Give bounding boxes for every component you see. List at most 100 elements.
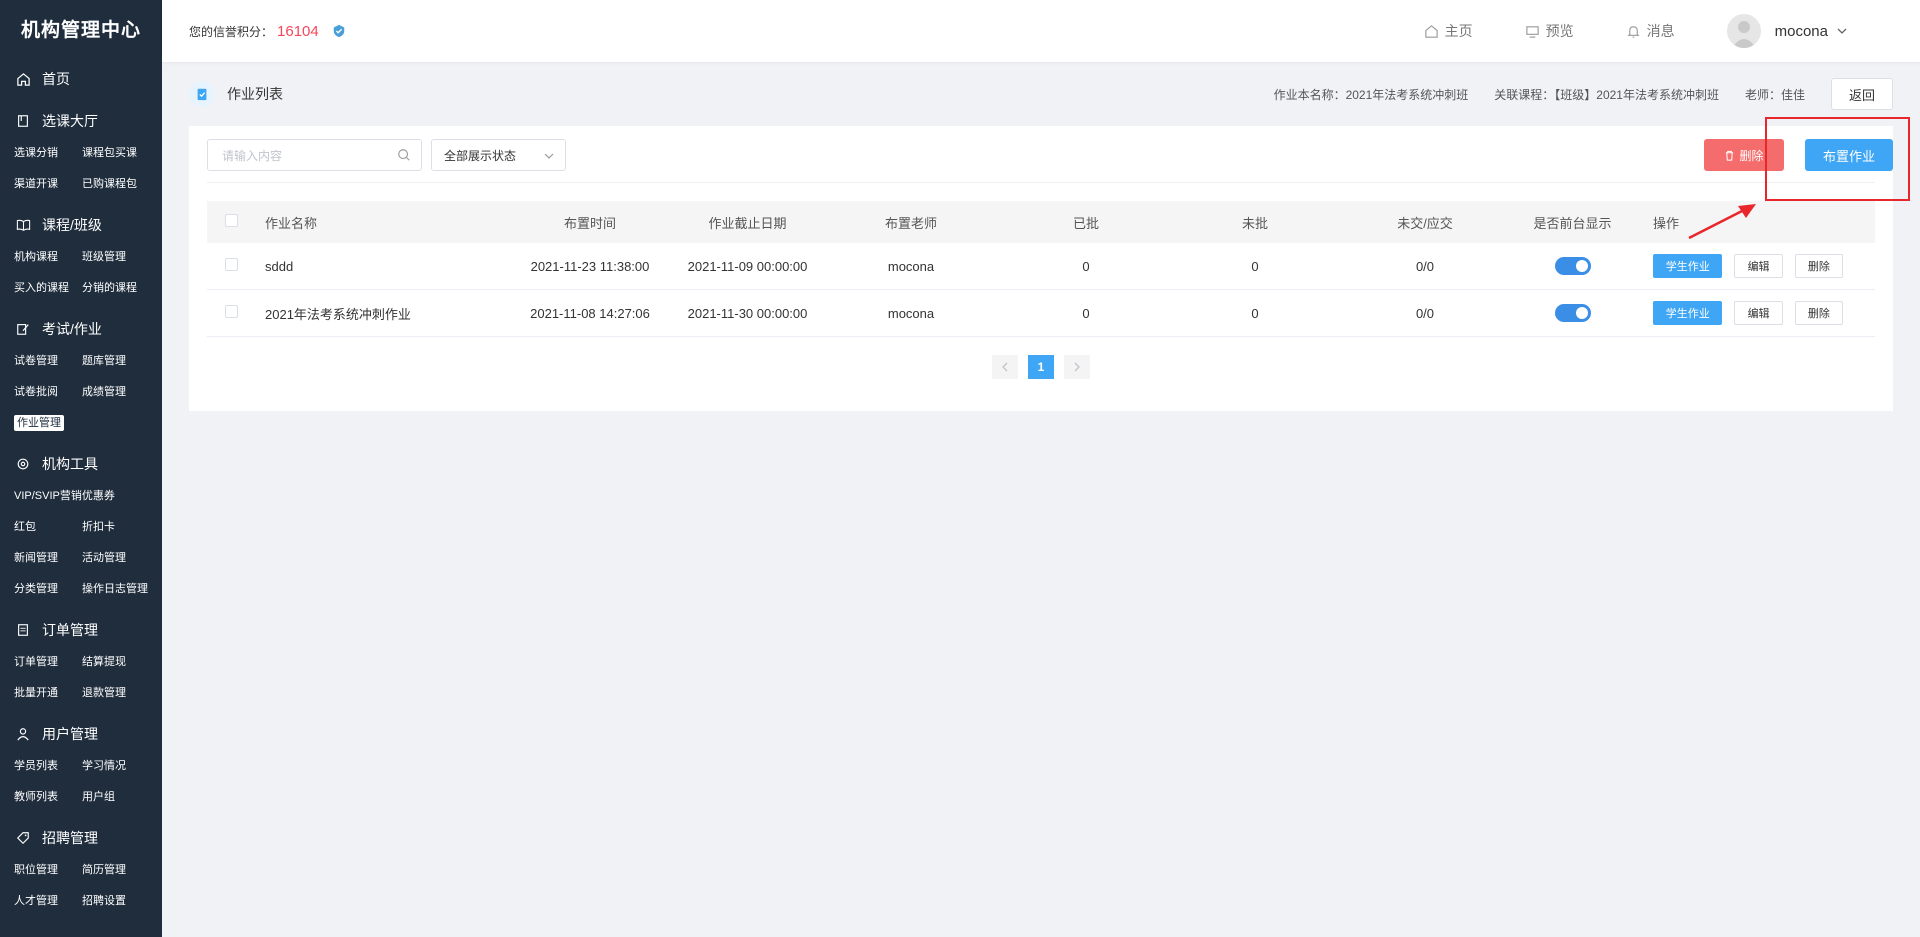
sidebar: 机构管理中心 首页 选课大厅 选课分销 课程包买课 渠道开课 已购课程包 课程/… [0, 0, 162, 937]
sidebar-section-tools: 机构工具 VIP/SVIP营销优惠券 红包 折扣卡 新闻管理 活动管理 分类管理… [0, 447, 162, 605]
pagination: 1 [992, 355, 1100, 379]
row-checkbox[interactable] [225, 258, 238, 271]
chevron-down-icon [544, 153, 554, 159]
bell-icon [1627, 25, 1640, 38]
sidebar-head[interactable]: 机构工具 [0, 447, 162, 481]
sidebar-item[interactable]: 买入的课程 [14, 273, 82, 304]
cell-submission: 0/0 [1415, 258, 1435, 274]
status-select[interactable]: 全部展示状态 [431, 139, 566, 171]
col-name: 作业名称 [265, 215, 318, 231]
user-menu[interactable]: mocona [1726, 14, 1848, 48]
nav-home[interactable]: 主页 [1424, 21, 1473, 41]
sidebar-item[interactable]: VIP/SVIP营销优惠券 [14, 481, 154, 512]
meta-teacher: 老师：佳佳 [1744, 87, 1805, 102]
sidebar-item[interactable]: 操作日志管理 [82, 574, 150, 605]
sidebar-item[interactable]: 分类管理 [14, 574, 82, 605]
main-content: 作业列表 作业本名称：2021年法考系统冲刺班 关联课程：【班级】2021年法考… [189, 62, 1893, 411]
monitor-icon [1525, 25, 1539, 38]
sidebar-item[interactable]: 班级管理 [82, 242, 150, 273]
sidebar-item[interactable]: 已购课程包 [82, 169, 150, 200]
sidebar-item-home[interactable]: 首页 [0, 62, 162, 96]
meta-assignment-name: 作业本名称：2021年法考系统冲刺班 [1273, 87, 1469, 102]
sidebar-item[interactable]: 用户组 [82, 782, 150, 813]
home-icon [1424, 24, 1438, 38]
select-all-checkbox[interactable] [225, 214, 238, 227]
delete-button[interactable]: 删除 [1794, 254, 1843, 278]
sidebar-item[interactable]: 课程包买课 [82, 138, 150, 169]
nav-messages[interactable]: 消息 [1626, 21, 1675, 41]
sidebar-item[interactable]: 结算提现 [82, 647, 150, 678]
edit-button[interactable]: 编辑 [1734, 254, 1783, 278]
sidebar-item[interactable]: 批量开通 [14, 678, 82, 709]
annotation-arrow-icon [1688, 204, 1756, 240]
nav-preview[interactable]: 预览 [1525, 21, 1574, 41]
edit-button[interactable]: 编辑 [1734, 301, 1783, 325]
sidebar-section-course-hall: 选课大厅 选课分销 课程包买课 渠道开课 已购课程包 [0, 104, 162, 200]
search-icon[interactable] [397, 148, 411, 162]
page-number[interactable]: 1 [1028, 355, 1054, 379]
sidebar-item[interactable]: 职位管理 [14, 855, 82, 886]
col-display: 是否前台显示 [1533, 215, 1612, 231]
sidebar-item[interactable]: 红包 [14, 512, 82, 543]
sidebar-item[interactable]: 招聘设置 [82, 886, 150, 917]
sidebar-head[interactable]: 选课大厅 [0, 104, 162, 138]
home-icon [14, 70, 32, 88]
sidebar-item[interactable]: 成绩管理 [82, 377, 150, 408]
student-homework-button[interactable]: 学生作业 [1653, 301, 1723, 325]
sidebar-item[interactable]: 试卷管理 [14, 346, 82, 377]
order-icon [14, 621, 32, 639]
sidebar-item[interactable]: 教师列表 [14, 782, 82, 813]
display-toggle[interactable] [1554, 304, 1591, 322]
sidebar-item[interactable]: 机构课程 [14, 242, 82, 273]
prev-page-button[interactable] [992, 355, 1018, 379]
sidebar-item[interactable]: 学员列表 [14, 751, 82, 782]
sidebar-section-course-class: 课程/班级 机构课程 班级管理 买入的课程 分销的课程 [0, 208, 162, 304]
sidebar-item[interactable]: 新闻管理 [14, 543, 82, 574]
row-checkbox[interactable] [225, 305, 238, 318]
sidebar-head[interactable]: 课程/班级 [0, 208, 162, 242]
sidebar-item[interactable]: 学习情况 [82, 751, 150, 782]
homework-panel: 请输入内容 全部展示状态 删除 布置作业 作业名称 布置时间 作业截止日期 布置… [189, 126, 1893, 411]
cell-graded: 0 [1082, 258, 1090, 274]
display-toggle[interactable] [1554, 257, 1591, 275]
sidebar-item-label: 首页 [42, 71, 70, 87]
shield-badge-icon [332, 24, 346, 38]
sidebar-head[interactable]: 用户管理 [0, 717, 162, 751]
search-input[interactable]: 请输入内容 [207, 139, 422, 171]
credit-score: 您的信誉积分： 16104 [189, 23, 346, 40]
sidebar-item[interactable]: 活动管理 [82, 543, 150, 574]
delete-button[interactable]: 删除 [1794, 301, 1843, 325]
user-icon [14, 725, 32, 743]
sidebar-item[interactable]: 退款管理 [82, 678, 150, 709]
sidebar-item[interactable]: 渠道开课 [14, 169, 82, 200]
sidebar-section-orders: 订单管理 订单管理 结算提现 批量开通 退款管理 [0, 613, 162, 709]
clipboard-icon [189, 81, 215, 107]
col-time: 布置时间 [563, 215, 616, 231]
book-open-icon [14, 216, 32, 234]
sidebar-item[interactable]: 订单管理 [14, 647, 82, 678]
sidebar-item[interactable]: 选课分销 [14, 138, 82, 169]
sidebar-item-homework-active[interactable]: 作业管理 [14, 408, 82, 439]
brand-title: 机构管理中心 [20, 20, 141, 41]
cell-graded: 0 [1082, 305, 1090, 321]
sidebar-head[interactable]: 招聘管理 [0, 821, 162, 855]
sidebar-item[interactable]: 分销的课程 [82, 273, 150, 304]
toolbar: 请输入内容 全部展示状态 删除 布置作业 [207, 126, 1893, 183]
sidebar-item[interactable]: 人才管理 [14, 886, 82, 917]
cell-name: 2021年法考系统冲刺作业 [265, 306, 411, 322]
back-button[interactable]: 返回 [1831, 78, 1893, 110]
sidebar-head[interactable]: 考试/作业 [0, 312, 162, 346]
col-graded: 已批 [1072, 215, 1099, 231]
col-teacher: 布置老师 [884, 215, 937, 231]
sidebar-item[interactable]: 试卷批阅 [14, 377, 82, 408]
next-page-button[interactable] [1064, 355, 1090, 379]
homework-table: 作业名称 布置时间 作业截止日期 布置老师 已批 未批 未交/应交 是否前台显示… [207, 201, 1875, 337]
cell-teacher: mocona [887, 305, 935, 321]
sidebar-item[interactable]: 简历管理 [82, 855, 150, 886]
student-homework-button[interactable]: 学生作业 [1653, 254, 1723, 278]
cell-name: sddd [265, 258, 294, 274]
sidebar-item[interactable]: 题库管理 [82, 346, 150, 377]
sidebar-item[interactable]: 折扣卡 [82, 512, 150, 543]
sidebar-head[interactable]: 订单管理 [0, 613, 162, 647]
avatar [1726, 14, 1761, 48]
